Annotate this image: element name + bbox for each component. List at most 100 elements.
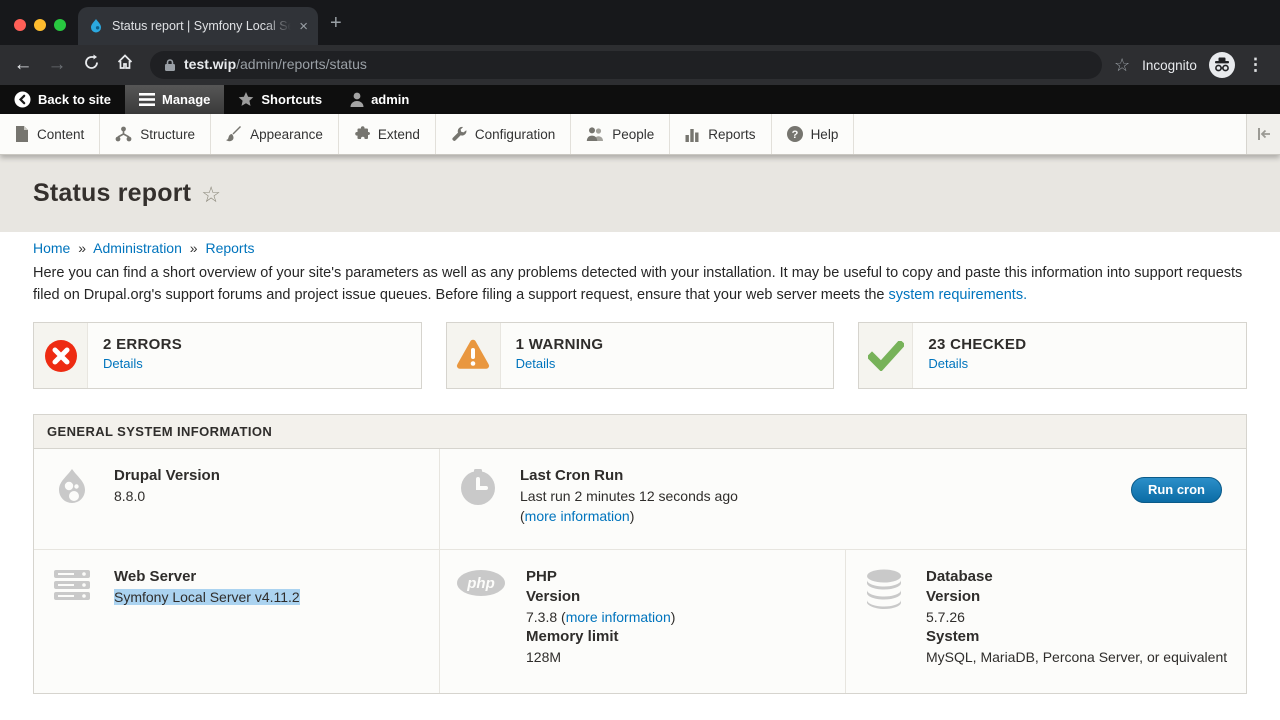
manage-button[interactable]: Manage [125, 85, 224, 114]
forward-icon[interactable]: → [40, 54, 74, 76]
database-system-value: MySQL, MariaDB, Percona Server, or equiv… [926, 647, 1227, 667]
back-to-site-label: Back to site [38, 92, 111, 107]
menu-item-structure[interactable]: Structure [100, 114, 211, 154]
php-more-information-link[interactable]: more information [566, 609, 671, 625]
toolbar-collapse-button[interactable] [1246, 114, 1280, 154]
checked-card: 23 CHECKED Details [858, 322, 1247, 389]
window-close-button[interactable] [14, 19, 26, 31]
breadcrumb-home-link[interactable]: Home [33, 240, 70, 256]
bar-chart-icon [685, 127, 700, 142]
main-content: Home » Administration » Reports Here you… [0, 232, 1280, 720]
address-bar[interactable]: test.wip/admin/reports/status [150, 51, 1102, 79]
php-memory-label: Memory limit [526, 627, 675, 647]
browser-tab[interactable]: Status report | Symfony Local Se × [78, 7, 318, 45]
paren: ) [630, 508, 635, 524]
document-icon [15, 126, 29, 142]
macos-window-controls[interactable] [14, 19, 66, 31]
breadcrumb-separator: » [190, 240, 198, 256]
sitemap-icon [115, 126, 132, 142]
back-circle-icon [14, 91, 31, 108]
incognito-label: Incognito [1142, 58, 1197, 73]
url-domain: test.wip [184, 56, 236, 72]
php-logo-icon: php [456, 569, 506, 597]
checked-details-link[interactable]: Details [928, 356, 968, 371]
database-cell: Database Version 5.7.26 System MySQL, Ma… [846, 550, 1246, 693]
menu-item-label: Content [37, 127, 84, 142]
warnings-count: 1 WARNING [516, 336, 604, 353]
clock-icon [459, 468, 497, 506]
cron-more-information-link[interactable]: more information [525, 508, 630, 524]
people-icon [586, 126, 604, 142]
drupal-version-title: Drupal Version [114, 466, 220, 486]
menu-item-label: People [612, 127, 654, 142]
back-to-site-button[interactable]: Back to site [0, 85, 125, 114]
database-title: Database [926, 567, 1227, 587]
reload-icon[interactable] [74, 54, 108, 77]
database-system-label: System [926, 627, 1227, 647]
shortcuts-label: Shortcuts [261, 92, 322, 107]
paren: ) [671, 609, 676, 625]
menu-item-help[interactable]: ? Help [772, 114, 855, 154]
shortcut-star-icon[interactable]: ☆ [201, 182, 221, 208]
status-summary-cards: 2 ERRORS Details 1 WARNING Details [33, 322, 1247, 389]
menu-item-label: Reports [708, 127, 755, 142]
menu-item-reports[interactable]: Reports [670, 114, 771, 154]
puzzle-icon [354, 126, 370, 142]
bookmark-star-icon[interactable]: ☆ [1114, 55, 1130, 76]
browser-toolbar: ← → test.wip/admin/reports/status ☆ Inco… [0, 45, 1280, 85]
cron-status: Last run 2 minutes 12 seconds ago [520, 486, 738, 506]
general-system-information-panel: GENERAL SYSTEM INFORMATION Drupal Versio… [33, 414, 1247, 694]
breadcrumb-reports-link[interactable]: Reports [205, 240, 254, 256]
shortcuts-button[interactable]: Shortcuts [224, 85, 336, 114]
menu-item-label: Appearance [250, 127, 323, 142]
database-icon [866, 569, 902, 609]
php-version-value: 7.3.8 ( [526, 609, 566, 625]
new-tab-button[interactable]: + [330, 13, 342, 33]
menu-item-configuration[interactable]: Configuration [436, 114, 571, 154]
menu-bar-spacer [854, 114, 1246, 154]
breadcrumb-administration-link[interactable]: Administration [93, 240, 182, 256]
svg-text:php: php [466, 575, 495, 592]
php-cell: php PHP Version 7.3.8 (more information)… [440, 550, 846, 693]
browser-tab-strip: Status report | Symfony Local Se × + [0, 0, 1280, 45]
user-icon [350, 92, 364, 107]
tab-close-icon[interactable]: × [299, 19, 308, 34]
incognito-icon [1209, 52, 1235, 78]
drupal-version-cell: Drupal Version 8.8.0 [34, 449, 440, 549]
database-version-value: 5.7.26 [926, 607, 1227, 627]
menu-item-content[interactable]: Content [0, 114, 100, 154]
php-version-label: Version [526, 587, 675, 607]
checked-count: 23 CHECKED [928, 336, 1026, 353]
home-icon[interactable] [108, 53, 142, 77]
window-zoom-button[interactable] [54, 19, 66, 31]
web-server-cell: Web Server Symfony Local Server v4.11.2 [34, 550, 440, 693]
warnings-card: 1 WARNING Details [446, 322, 835, 389]
menu-item-appearance[interactable]: Appearance [211, 114, 339, 154]
server-icon [52, 569, 92, 601]
panel-heading: GENERAL SYSTEM INFORMATION [47, 424, 272, 439]
run-cron-button[interactable]: Run cron [1131, 477, 1222, 503]
hamburger-icon [139, 93, 155, 106]
system-requirements-link[interactable]: system requirements. [889, 287, 1028, 303]
admin-user-label: admin [371, 92, 409, 107]
last-cron-run-cell: Last Cron Run Last run 2 minutes 12 seco… [440, 449, 1246, 549]
intro-text: Here you can find a short overview of yo… [33, 265, 1242, 303]
menu-item-label: Configuration [475, 127, 555, 142]
warning-icon [455, 339, 491, 372]
help-icon: ? [787, 126, 803, 142]
web-server-value: Symfony Local Server v4.11.2 [114, 589, 300, 605]
drupal-admin-toolbar: Back to site Manage Shortcuts admin [0, 85, 1280, 114]
breadcrumb: Home » Administration » Reports [33, 240, 1247, 256]
menu-item-extend[interactable]: Extend [339, 114, 436, 154]
warnings-details-link[interactable]: Details [516, 356, 556, 371]
back-icon[interactable]: ← [6, 54, 40, 76]
admin-user-button[interactable]: admin [336, 85, 423, 114]
browser-menu-icon[interactable]: ⋮ [1247, 55, 1268, 75]
errors-details-link[interactable]: Details [103, 356, 143, 371]
php-memory-value: 128M [526, 647, 675, 667]
menu-item-people[interactable]: People [571, 114, 670, 154]
window-minimize-button[interactable] [34, 19, 46, 31]
menu-item-label: Help [811, 127, 839, 142]
database-version-label: Version [926, 587, 1227, 607]
cron-title: Last Cron Run [520, 466, 738, 486]
